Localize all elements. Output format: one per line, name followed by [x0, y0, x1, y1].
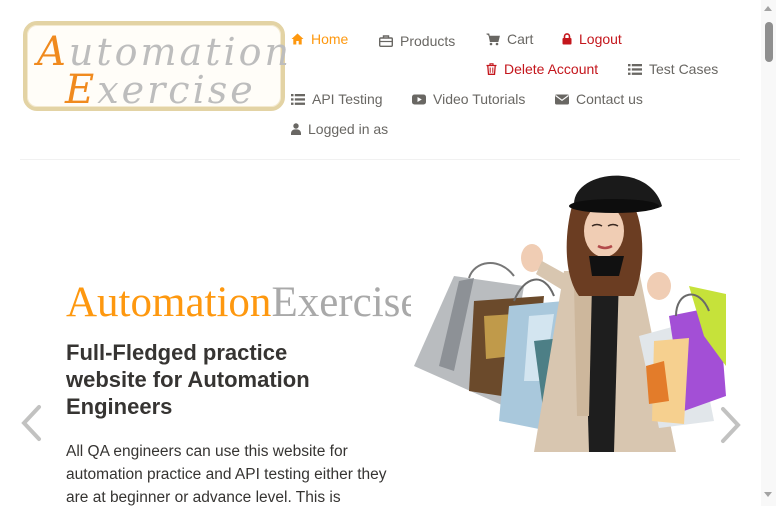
nav-delete-account[interactable]: Delete Account	[486, 61, 598, 77]
header-divider	[20, 159, 740, 160]
list-icon	[291, 93, 305, 105]
briefcase-icon	[379, 35, 393, 47]
scroll-up-arrow-icon[interactable]	[764, 6, 772, 11]
nav-cart-label: Cart	[507, 31, 534, 47]
nav-logout[interactable]: Logout	[562, 31, 622, 47]
slider-description: All QA engineers can use this website fo…	[66, 443, 387, 506]
logo-line-2: Exercise	[65, 67, 256, 113]
list-icon	[628, 63, 642, 75]
nav-products-label: Products	[400, 33, 456, 49]
carousel-prev-button[interactable]	[18, 403, 44, 448]
nav-contact-us-label: Contact us	[576, 91, 643, 107]
site-logo[interactable]: Automation Exercise	[23, 21, 289, 113]
nav-home[interactable]: Home	[291, 31, 348, 47]
trash-icon	[486, 63, 497, 75]
nav-video-tutorials-label: Video Tutorials	[433, 91, 526, 107]
logo-line-1: Automation	[37, 29, 292, 75]
vertical-scrollbar[interactable]	[761, 0, 776, 506]
home-icon	[291, 33, 304, 45]
hero-image	[414, 175, 726, 452]
envelope-icon	[555, 94, 569, 104]
nav-test-cases-label: Test Cases	[649, 61, 719, 77]
nav-logout-label: Logout	[579, 31, 622, 47]
carousel-next-button[interactable]	[718, 405, 744, 450]
scrollbar-thumb[interactable]	[765, 22, 773, 62]
nav-products[interactable]: Products	[379, 33, 455, 49]
chevron-left-icon	[21, 405, 41, 441]
nav-home-label: Home	[311, 31, 349, 47]
nav-test-cases[interactable]: Test Cases	[628, 61, 718, 77]
cart-icon	[486, 33, 500, 45]
slider-brand-title: AutomationExercise	[66, 280, 411, 326]
nav-delete-account-label: Delete Account	[504, 61, 599, 77]
chevron-right-icon	[721, 407, 741, 443]
lock-icon	[562, 33, 572, 45]
nav-api-testing-label: API Testing	[312, 91, 383, 107]
nav-api-testing[interactable]: API Testing	[291, 91, 383, 107]
nav-contact-us[interactable]: Contact us	[555, 91, 643, 107]
nav-logged-in-as: Logged in as	[291, 121, 388, 137]
nav-cart[interactable]: Cart	[486, 31, 533, 47]
scroll-down-arrow-icon[interactable]	[764, 492, 772, 497]
slider-headline: Full-Fledged practice website for Automa…	[66, 340, 310, 419]
youtube-icon	[412, 94, 426, 104]
nav-video-tutorials[interactable]: Video Tutorials	[412, 91, 525, 107]
nav-logged-in-as-label: Logged in as	[308, 121, 389, 137]
user-icon	[291, 123, 301, 135]
